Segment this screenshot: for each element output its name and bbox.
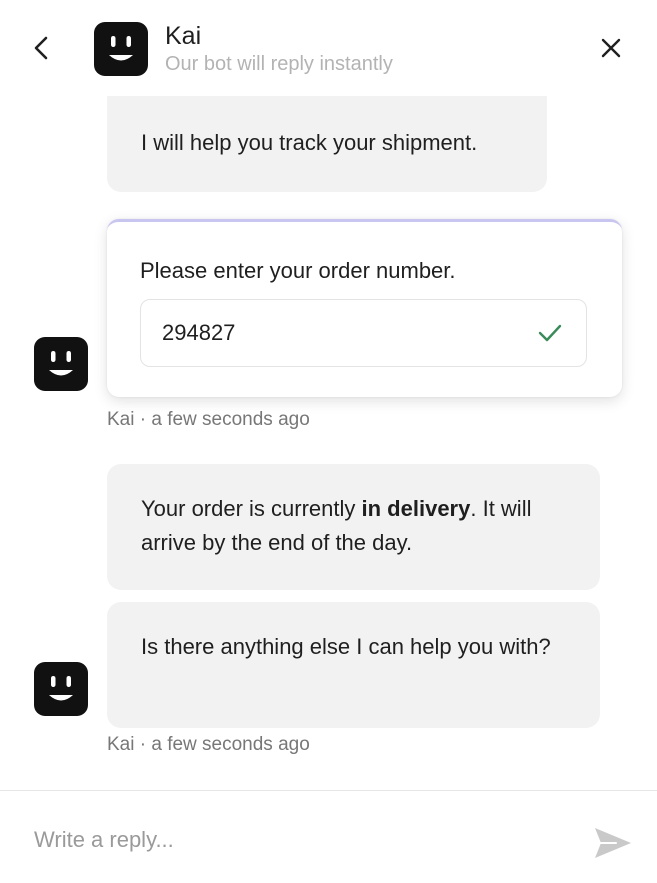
bot-face-icon: [94, 22, 148, 76]
bot-message: I will help you track your shipment.: [107, 96, 547, 192]
back-button[interactable]: [28, 32, 56, 64]
bot-message: Your order is currently in delivery. It …: [107, 464, 600, 590]
bot-avatar: [34, 662, 88, 716]
close-button[interactable]: [597, 34, 625, 62]
bot-avatar: [94, 22, 148, 76]
bot-subtitle: Our bot will reply instantly: [165, 53, 393, 75]
bot-avatar: [34, 337, 88, 391]
reply-input[interactable]: [34, 825, 554, 855]
message-text: Is there anything else I can help you wi…: [141, 634, 551, 659]
send-button[interactable]: [592, 825, 634, 861]
close-icon: [601, 38, 621, 58]
message-text-bold: in delivery: [361, 496, 471, 521]
order-prompt: Please enter your order number.: [140, 258, 456, 283]
message-text-before: Your order is currently: [141, 496, 362, 521]
bot-message: Is there anything else I can help you wi…: [107, 602, 600, 728]
bot-face-icon: [34, 662, 88, 716]
bot-face-icon: [34, 337, 88, 391]
order-number-value: 294827: [162, 320, 236, 345]
message-meta: Kai · a few seconds ago: [107, 409, 310, 430]
message-text: I will help you track your shipment.: [141, 130, 478, 155]
bot-name: Kai: [165, 22, 202, 50]
chat-header: Kai Our bot will reply instantly: [0, 0, 657, 96]
chevron-left-icon: [34, 36, 48, 60]
order-number-field[interactable]: 294827: [140, 299, 587, 367]
chat-window: Kai Our bot will reply instantly I will …: [0, 0, 657, 883]
order-number-card: Please enter your order number. 294827: [107, 219, 622, 397]
message-meta: Kai · a few seconds ago: [107, 734, 310, 755]
check-icon: [538, 324, 562, 342]
send-icon: [595, 828, 631, 858]
reply-bar: [0, 790, 657, 883]
